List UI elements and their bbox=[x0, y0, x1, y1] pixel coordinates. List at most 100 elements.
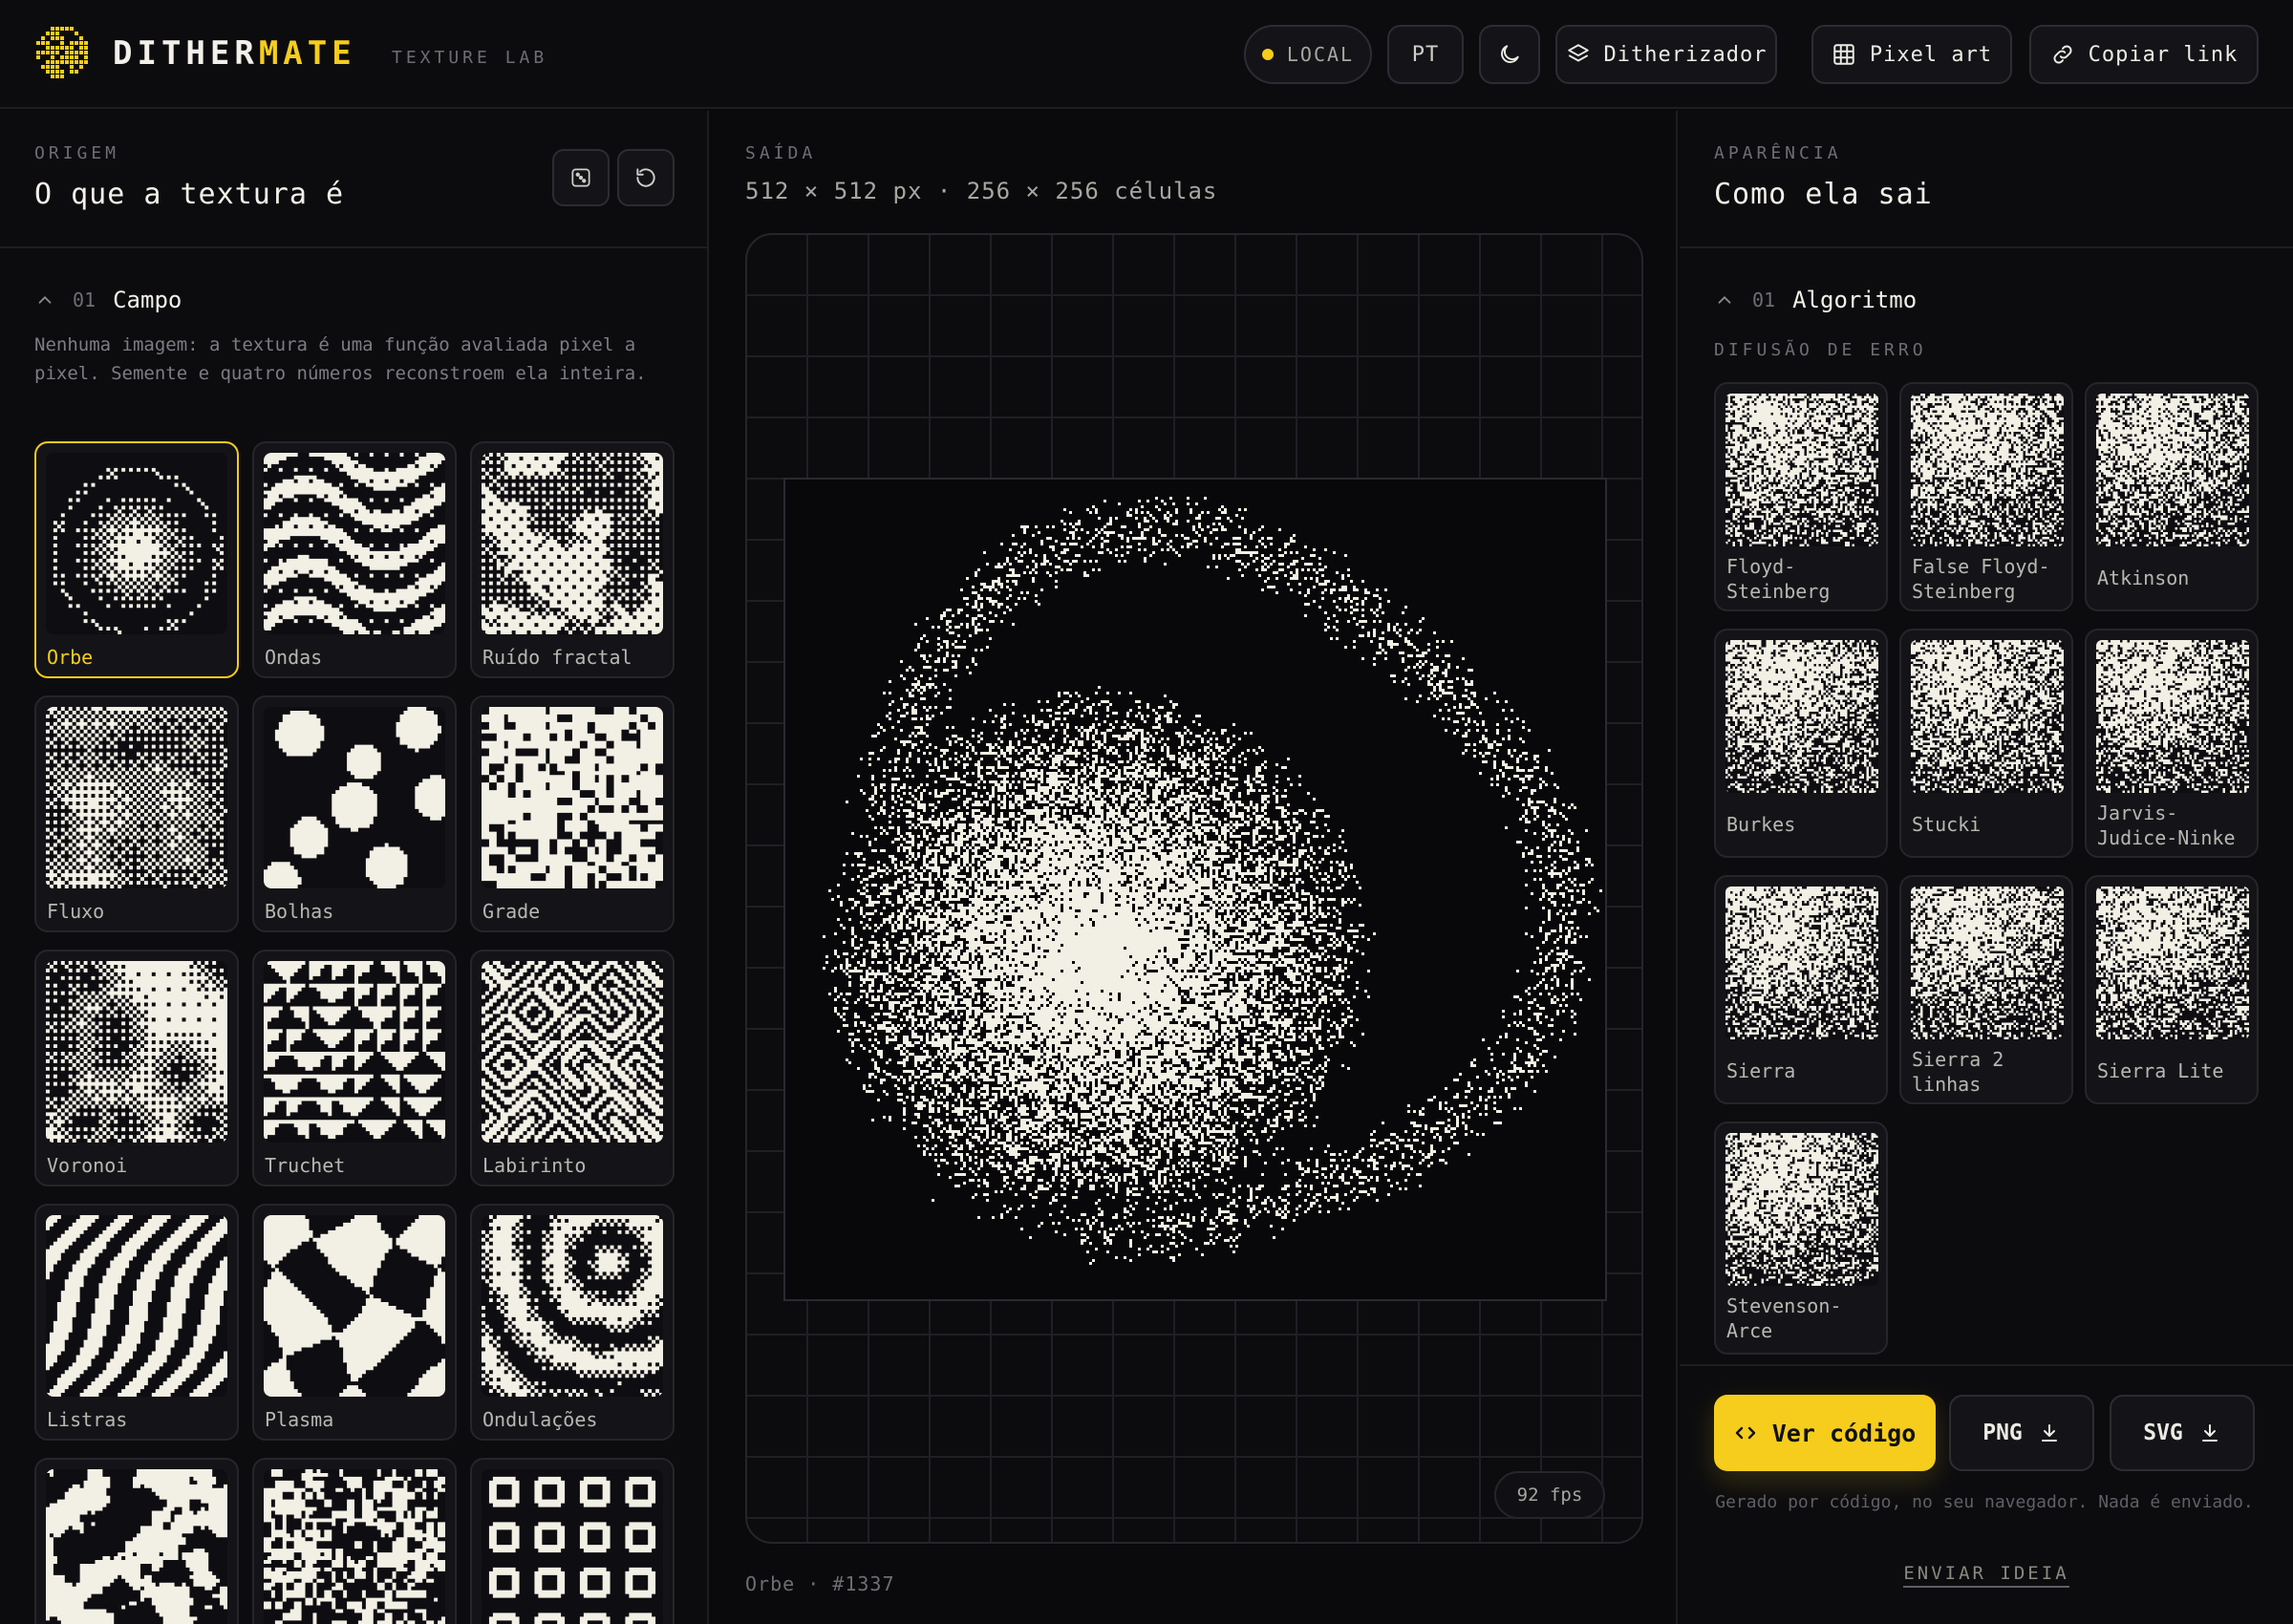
logo-pixel bbox=[84, 46, 88, 50]
field-tile[interactable]: Orbe bbox=[34, 441, 239, 678]
field-tile[interactable]: Ondas bbox=[252, 441, 457, 678]
ditherizer-label: Ditherizador bbox=[1603, 42, 1768, 67]
app-header: DITHERMATE TEXTURE LAB LOCAL PT Ditheriz… bbox=[0, 0, 2293, 109]
field-group-name: Campo bbox=[113, 287, 182, 313]
algorithm-preview-image bbox=[2096, 394, 2249, 546]
algorithm-tile[interactable]: Atkinson bbox=[2085, 382, 2259, 611]
field-preview-image bbox=[46, 1215, 227, 1397]
field-description: Nenhuma imagem: a textura é uma função a… bbox=[34, 334, 647, 384]
download-icon bbox=[2201, 1424, 2218, 1442]
logo-pixel bbox=[51, 60, 54, 64]
grid-icon bbox=[1833, 44, 1854, 65]
algorithm-tile[interactable]: Floyd- Steinberg bbox=[1714, 382, 1888, 611]
view-code-button[interactable]: Ver código bbox=[1714, 1395, 1936, 1471]
origin-header: ORIGEM O que a textura é bbox=[0, 111, 707, 248]
field-preview-image bbox=[482, 1469, 663, 1624]
origin-title: O que a textura é bbox=[34, 178, 345, 211]
logo-pixel bbox=[65, 55, 69, 59]
algorithm-tile-label: Stevenson- Arce bbox=[1726, 1294, 1842, 1342]
logo-pixel bbox=[46, 46, 50, 50]
field-tile[interactable] bbox=[252, 1458, 457, 1624]
download-svg-button[interactable]: SVG bbox=[2110, 1395, 2255, 1471]
algorithm-group-toggle[interactable]: 01 Algoritmo bbox=[1714, 287, 1917, 313]
field-preview-image bbox=[46, 707, 227, 888]
brand-name: DITHERMATE bbox=[113, 34, 356, 73]
field-tile[interactable]: Voronoi bbox=[34, 950, 239, 1186]
field-preview-image bbox=[482, 961, 663, 1143]
logo-pixel bbox=[60, 41, 64, 45]
algorithm-tile[interactable]: Burkes bbox=[1714, 629, 1888, 858]
reset-button[interactable] bbox=[617, 149, 675, 206]
field-preview-image bbox=[264, 707, 445, 888]
logo-pixel bbox=[70, 65, 74, 69]
field-tile[interactable]: Truchet bbox=[252, 950, 457, 1186]
png-label: PNG bbox=[1982, 1421, 2023, 1445]
ditherizer-button[interactable]: Ditherizador bbox=[1555, 25, 1777, 84]
field-tile[interactable] bbox=[470, 1458, 675, 1624]
field-tile[interactable]: Ruído fractal bbox=[470, 441, 675, 678]
algorithm-tile[interactable]: Jarvis- Judice-Ninke bbox=[2085, 629, 2259, 858]
algorithm-preview-image bbox=[1911, 887, 2064, 1039]
output-panel: SAÍDA 512 × 512 px · 256 × 256 células 9… bbox=[711, 111, 1678, 1624]
algorithm-tile[interactable]: False Floyd- Steinberg bbox=[1899, 382, 2073, 611]
field-group-toggle[interactable]: 01 Campo bbox=[34, 287, 182, 313]
logo-pixel bbox=[70, 60, 74, 64]
origin-panel: ORIGEM O que a textura é 01 Campo Nenhum… bbox=[0, 111, 709, 1624]
copy-link-button[interactable]: Copiar link bbox=[2029, 25, 2259, 84]
field-tile-label: Fluxo bbox=[47, 900, 105, 923]
theme-toggle-button[interactable] bbox=[1479, 25, 1540, 84]
field-tile[interactable]: Labirinto bbox=[470, 950, 675, 1186]
logo-pixel bbox=[70, 55, 74, 59]
field-tile-label: Grade bbox=[482, 900, 541, 923]
field-tile[interactable]: Bolhas bbox=[252, 695, 457, 932]
algorithm-preview-image bbox=[1725, 887, 1878, 1039]
field-tile[interactable]: Grade bbox=[470, 695, 675, 932]
algorithm-preview-image bbox=[1725, 640, 1878, 793]
language-label: PT bbox=[1411, 42, 1440, 67]
logo-pixel bbox=[60, 36, 64, 40]
download-png-button[interactable]: PNG bbox=[1949, 1395, 2094, 1471]
logo-pixel bbox=[41, 51, 45, 54]
logo-pixel bbox=[51, 32, 54, 35]
randomize-button[interactable] bbox=[552, 149, 610, 206]
field-tile-label: Plasma bbox=[265, 1408, 334, 1431]
send-idea-link[interactable]: ENVIAR IDEIA bbox=[1680, 1563, 2293, 1588]
pixel-art-button[interactable]: Pixel art bbox=[1811, 25, 2012, 84]
logo-pixel bbox=[55, 75, 59, 78]
language-button[interactable]: PT bbox=[1387, 25, 1464, 84]
field-preview-image bbox=[264, 453, 445, 634]
logo-pixel bbox=[84, 41, 88, 45]
field-tile[interactable]: Fluxo bbox=[34, 695, 239, 932]
logo-pixel bbox=[46, 32, 50, 35]
algorithm-tile[interactable]: Sierra Lite bbox=[2085, 875, 2259, 1104]
send-idea-label: ENVIAR IDEIA bbox=[1903, 1563, 2069, 1588]
field-preview-image bbox=[264, 1215, 445, 1397]
algorithm-tile[interactable]: Stucki bbox=[1899, 629, 2073, 858]
algorithm-tile[interactable]: Sierra 2 linhas bbox=[1899, 875, 2073, 1104]
chevron-up-icon bbox=[1718, 295, 1731, 304]
output-canvas[interactable] bbox=[783, 478, 1607, 1301]
algorithm-tile[interactable]: Sierra bbox=[1714, 875, 1888, 1104]
field-tile[interactable]: Ondulações bbox=[470, 1204, 675, 1441]
field-tile[interactable] bbox=[34, 1458, 239, 1624]
logo-pixel bbox=[70, 41, 74, 45]
logo-pixel bbox=[51, 51, 54, 54]
dither-logo-icon[interactable] bbox=[36, 27, 88, 80]
field-preview-image bbox=[264, 1469, 445, 1624]
dithered-orb-image bbox=[823, 497, 1602, 1265]
logo-pixel bbox=[65, 60, 69, 64]
appearance-header: APARÊNCIA Como ela sai bbox=[1680, 111, 2293, 248]
logo-pixel bbox=[55, 46, 59, 50]
algorithm-tile-label: False Floyd- Steinberg bbox=[1912, 555, 2050, 603]
canvas-viewport[interactable]: 92 fps bbox=[745, 233, 1643, 1544]
field-preview-image bbox=[482, 707, 663, 888]
logo-pixel bbox=[55, 32, 59, 35]
field-tile-label: Ruído fractal bbox=[482, 646, 632, 669]
algorithm-group-number: 01 bbox=[1752, 288, 1776, 311]
field-preview-image bbox=[264, 961, 445, 1143]
brand-main: DITHER bbox=[113, 34, 259, 73]
field-preview-image bbox=[46, 1469, 227, 1624]
field-tile[interactable]: Plasma bbox=[252, 1204, 457, 1441]
field-tile[interactable]: Listras bbox=[34, 1204, 239, 1441]
algorithm-tile[interactable]: Stevenson- Arce bbox=[1714, 1122, 1888, 1355]
